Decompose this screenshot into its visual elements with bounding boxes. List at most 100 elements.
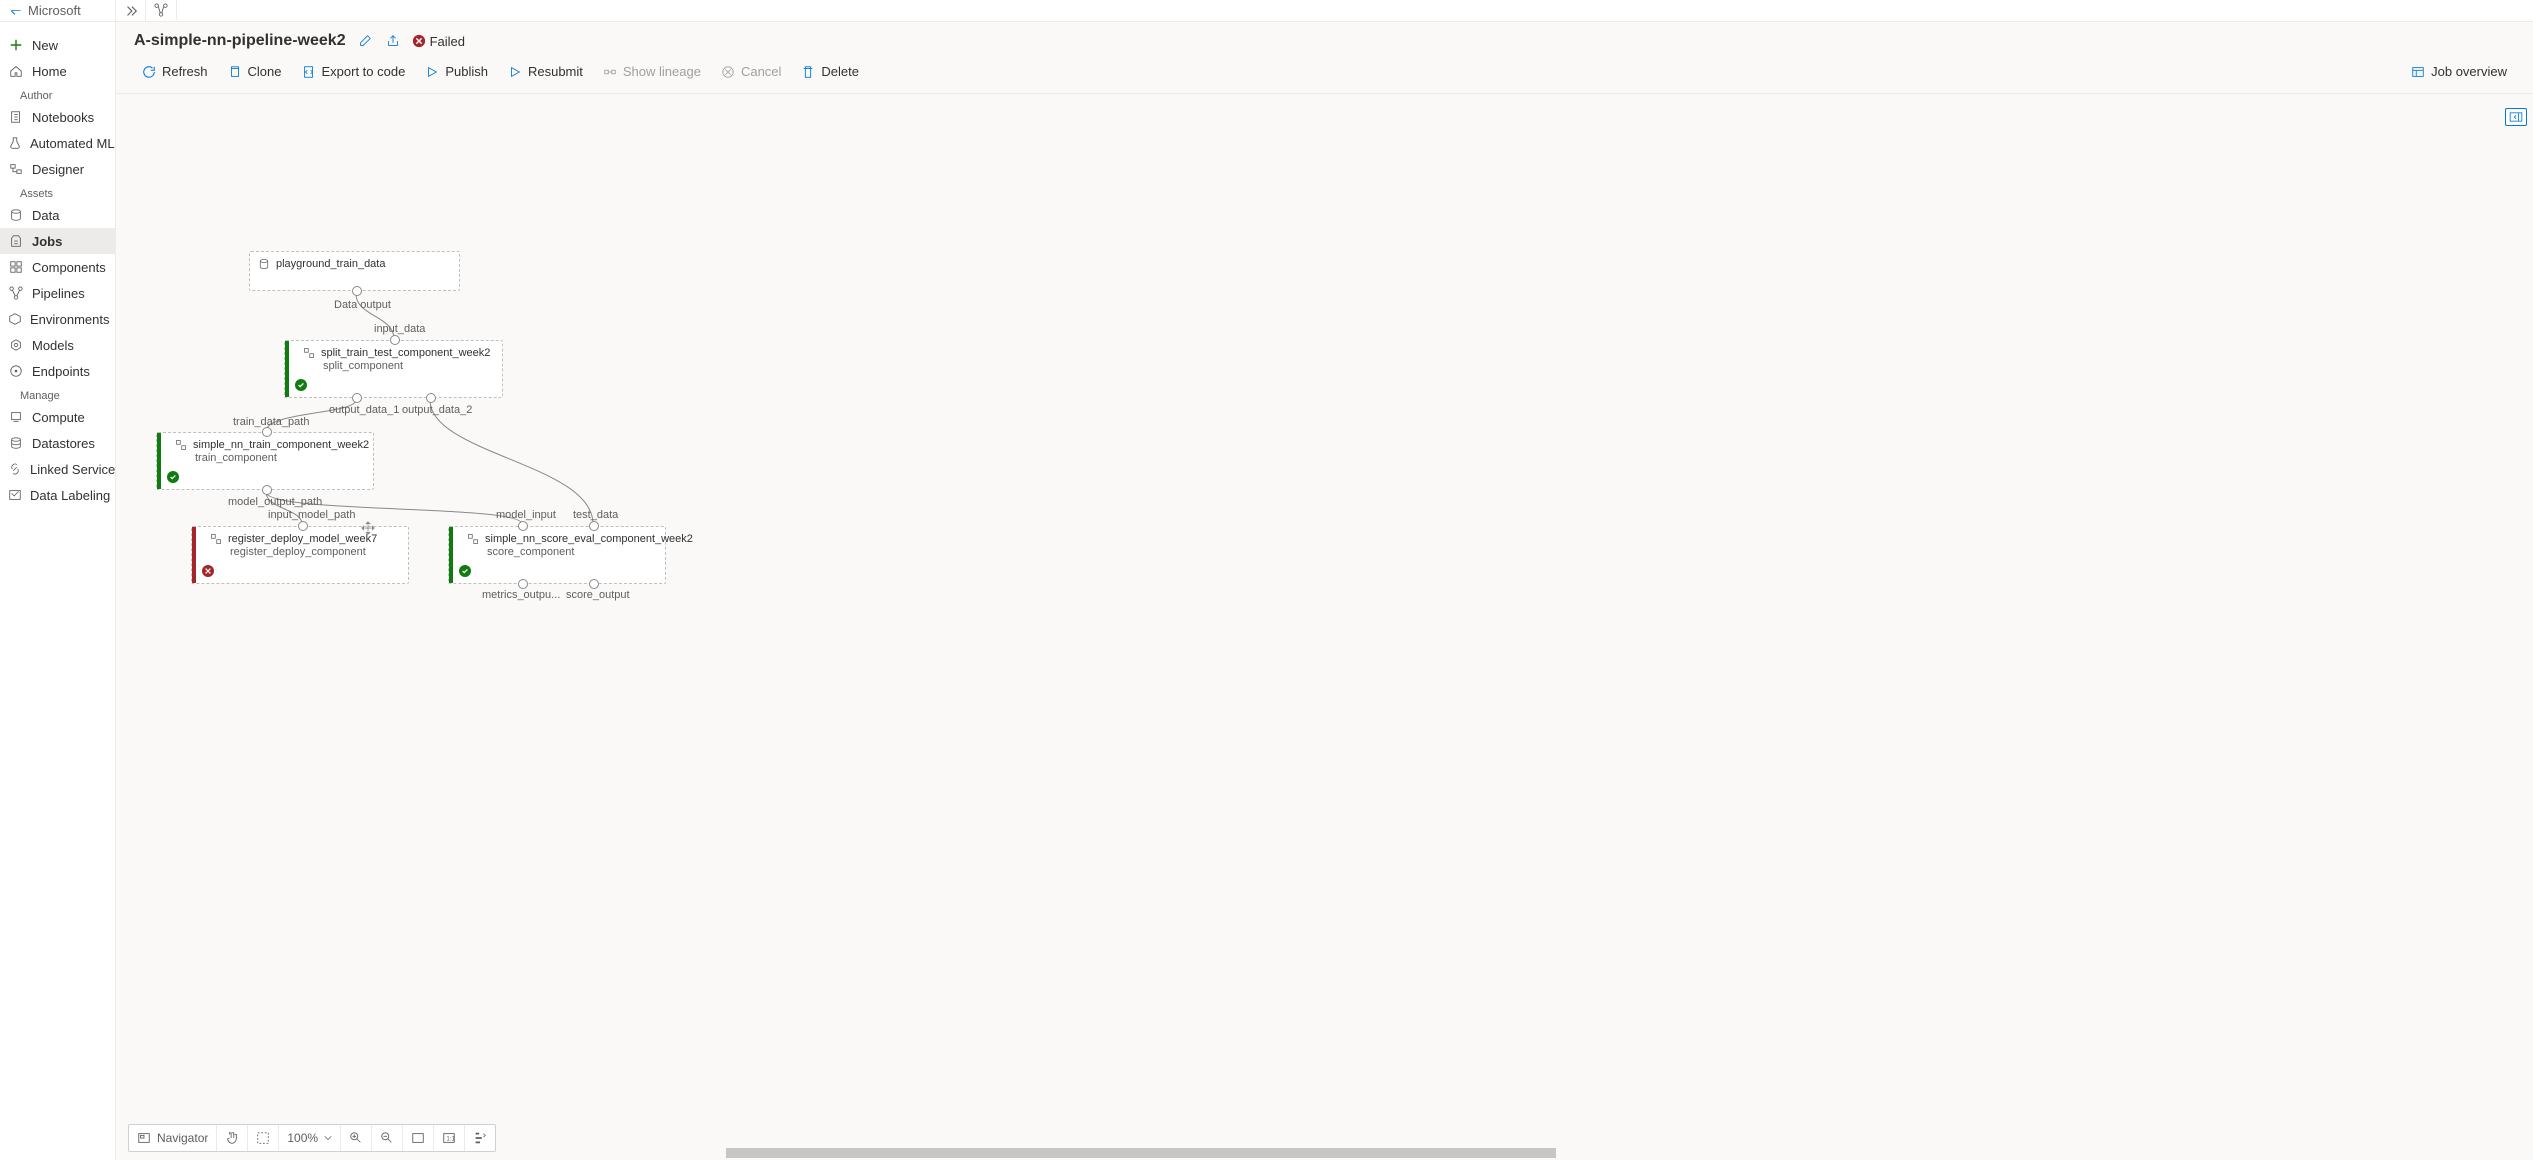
export-icon: [302, 65, 316, 79]
port-out[interactable]: [352, 286, 362, 296]
navigator-label: Navigator: [157, 1131, 208, 1145]
port-in[interactable]: [298, 521, 308, 531]
components-icon: [8, 259, 24, 275]
node-title: simple_nn_train_component_week2: [193, 439, 369, 451]
clone-icon: [228, 65, 242, 79]
jobs-icon: [8, 233, 24, 249]
node-train[interactable]: simple_nn_train_component_week2 train_co…: [156, 432, 374, 490]
port-label: metrics_outpu...: [482, 589, 560, 601]
error-icon: [412, 34, 426, 48]
node-playground-train-data[interactable]: playground_train_data: [249, 251, 460, 291]
tool-label: Clone: [248, 64, 282, 79]
sidebar-home[interactable]: Home: [0, 58, 115, 84]
navigator-button[interactable]: Navigator: [129, 1125, 217, 1151]
delete-button[interactable]: Delete: [793, 60, 867, 83]
zoom-out-button[interactable]: [372, 1125, 403, 1151]
sidebar-item-components[interactable]: Components: [0, 254, 115, 280]
tool-label: Show lineage: [623, 64, 701, 79]
edit-title-button[interactable]: [356, 32, 374, 50]
zoom-value: 100%: [287, 1131, 318, 1145]
component-icon: [210, 533, 222, 545]
section-assets: Assets: [0, 182, 115, 202]
sidebar-item-notebooks[interactable]: Notebooks: [0, 104, 115, 130]
node-register[interactable]: register_deploy_model_week7 register_dep…: [191, 526, 409, 584]
tool-label: Refresh: [162, 64, 208, 79]
sidebar-item-endpoints[interactable]: Endpoints: [0, 358, 115, 384]
delete-icon: [801, 65, 815, 79]
lineage-button: Show lineage: [595, 60, 709, 83]
flask-icon: [8, 135, 22, 151]
sidebar-item-compute[interactable]: Compute: [0, 404, 115, 430]
sidebar-item-linked[interactable]: Linked Services: [0, 456, 115, 482]
auto-layout-button[interactable]: [465, 1125, 495, 1151]
tool-label: Job overview: [2431, 64, 2507, 79]
overview-icon: [2411, 65, 2425, 79]
port-label: model_input: [496, 509, 556, 521]
graph-canvas[interactable]: playground_train_data Data output split_…: [116, 94, 2533, 1160]
sidebar-item-models[interactable]: Models: [0, 332, 115, 358]
sidebar-item-labeling[interactable]: Data Labeling: [0, 482, 115, 508]
sidebar-item-pipelines[interactable]: Pipelines: [0, 280, 115, 306]
sidebar-item-datastores[interactable]: Datastores: [0, 430, 115, 456]
sidebar-label: Components: [32, 260, 106, 275]
sidebar-label: Data Labeling: [30, 488, 110, 503]
cancel-button: Cancel: [713, 60, 789, 83]
horizontal-scrollbar[interactable]: [726, 1146, 2533, 1160]
sidebar-new[interactable]: New: [0, 32, 115, 58]
resubmit-button[interactable]: Resubmit: [500, 60, 591, 83]
zoom-level[interactable]: 100%: [279, 1125, 341, 1151]
port-out-score[interactable]: [589, 579, 599, 589]
job-overview-button[interactable]: Job overview: [2403, 60, 2515, 83]
clone-button[interactable]: Clone: [220, 60, 290, 83]
actual-size-button[interactable]: 1:1: [434, 1125, 465, 1151]
port-out[interactable]: [262, 485, 272, 495]
sidebar-item-environments[interactable]: Environments: [0, 306, 115, 332]
port-out1[interactable]: [352, 393, 362, 403]
endpoints-icon: [8, 363, 24, 379]
tab-expand-button[interactable]: [115, 0, 146, 21]
data-icon: [8, 207, 24, 223]
port-in[interactable]: [390, 335, 400, 345]
cancel-icon: [721, 65, 735, 79]
export-button[interactable]: Export to code: [294, 60, 414, 83]
node-subtitle: score_component: [467, 546, 657, 558]
fit-screen-button[interactable]: [403, 1125, 434, 1151]
port-label: input_data: [374, 323, 425, 335]
port-in[interactable]: [262, 427, 272, 437]
port-label: test_data: [573, 509, 618, 521]
models-icon: [8, 337, 24, 353]
refresh-button[interactable]: Refresh: [134, 60, 216, 83]
tool-label: Export to code: [322, 64, 406, 79]
sidebar-item-designer[interactable]: Designer: [0, 156, 115, 182]
publish-button[interactable]: Publish: [417, 60, 496, 83]
sidebar-label: Datastores: [32, 436, 95, 451]
status-error-icon: [202, 565, 214, 577]
tab-pipeline-button[interactable]: [146, 0, 177, 21]
component-icon: [175, 439, 187, 451]
select-button[interactable]: [248, 1125, 279, 1151]
sidebar: New Home Author Notebooks Automated ML D…: [0, 22, 116, 1160]
notebook-icon: [8, 109, 24, 125]
port-in-test[interactable]: [589, 521, 599, 531]
status-badge: Failed: [412, 34, 465, 49]
status-success-icon: [459, 565, 471, 577]
sidebar-item-jobs[interactable]: Jobs: [0, 228, 115, 254]
zoom-in-button[interactable]: [341, 1125, 372, 1151]
port-out-metrics[interactable]: [518, 579, 528, 589]
dataset-icon: [258, 258, 270, 270]
port-out2[interactable]: [426, 393, 436, 403]
port-label: input_model_path: [268, 509, 355, 521]
pan-button[interactable]: [217, 1125, 248, 1151]
node-score[interactable]: simple_nn_score_eval_component_week2 sco…: [448, 526, 666, 584]
tool-label: Resubmit: [528, 64, 583, 79]
node-split[interactable]: split_train_test_component_week2 split_c…: [284, 340, 503, 398]
port-in-model[interactable]: [518, 521, 528, 531]
tool-label: Publish: [445, 64, 488, 79]
sidebar-item-automl[interactable]: Automated ML: [0, 130, 115, 156]
node-title: register_deploy_model_week7: [228, 533, 377, 545]
share-button[interactable]: [384, 32, 402, 50]
sidebar-label: Models: [32, 338, 74, 353]
scrollbar-thumb[interactable]: [726, 1148, 1556, 1158]
sidebar-item-data[interactable]: Data: [0, 202, 115, 228]
back-icon[interactable]: [10, 5, 22, 17]
